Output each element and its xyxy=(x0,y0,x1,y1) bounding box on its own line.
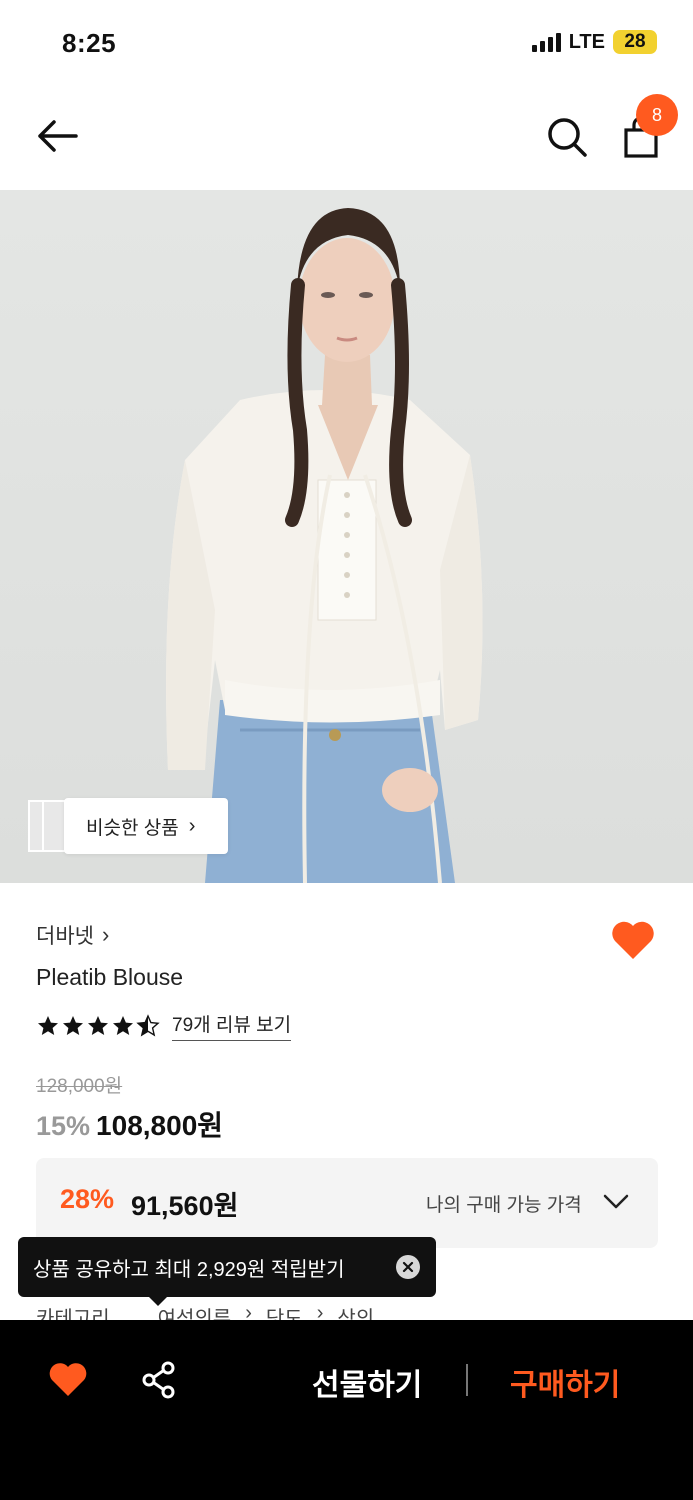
similar-thumbnails xyxy=(28,798,68,854)
original-price: 128,000원 xyxy=(36,1076,123,1097)
sale-price: 108,800원 xyxy=(96,1110,224,1141)
brand-name: 더바넷 xyxy=(36,925,94,948)
star-icon xyxy=(113,1015,133,1035)
buy-button[interactable]: 구매하기 xyxy=(510,1360,620,1404)
sale-price-row: 15% 108,800원 xyxy=(36,1104,223,1144)
discount-percent: 15% xyxy=(36,1111,91,1141)
share-icon[interactable] xyxy=(140,1360,178,1400)
gift-button[interactable]: 선물하기 xyxy=(312,1360,422,1404)
similar-label: 비슷한 상품 xyxy=(86,817,179,839)
tooltip-text: 상품 공유하고 최대 2,929원 적립받기 xyxy=(33,1258,345,1281)
heart-icon[interactable] xyxy=(48,1362,88,1398)
my-discount-percent: 28% xyxy=(60,1184,115,1214)
top-nav: 8 xyxy=(0,88,693,190)
status-bar: 8:25 LTE 28 xyxy=(0,0,693,88)
my-price-box[interactable]: 28% 91,560원 나의 구매 가능 가격 xyxy=(36,1158,658,1248)
share-reward-tooltip: 상품 공유하고 최대 2,929원 적립받기 xyxy=(18,1237,436,1297)
signal-icon xyxy=(531,32,561,52)
star-icon xyxy=(63,1015,83,1035)
product-image[interactable] xyxy=(0,190,693,883)
tooltip-arrow xyxy=(148,1296,168,1306)
cart-count-badge: 8 xyxy=(636,94,678,136)
bottom-action-bar: 선물하기 구매하기 xyxy=(0,1320,693,1500)
rating-stars xyxy=(36,1013,160,1038)
close-icon[interactable] xyxy=(396,1255,420,1279)
chevron-right-icon: › xyxy=(188,814,196,837)
model-illustration xyxy=(166,208,483,883)
network-label: LTE xyxy=(568,30,605,53)
divider xyxy=(466,1364,468,1396)
battery-icon: 28 xyxy=(613,30,657,54)
heart-icon[interactable] xyxy=(610,918,656,962)
product-name: Pleatib Blouse xyxy=(36,964,184,990)
brand-link[interactable]: 더바넷 › xyxy=(36,920,109,950)
star-icon xyxy=(38,1015,58,1035)
my-price-label: 나의 구매 가능 가격 xyxy=(426,1195,582,1216)
arrow-left-icon[interactable] xyxy=(34,116,80,156)
chevron-right-icon: › xyxy=(101,922,110,947)
search-icon[interactable] xyxy=(544,114,590,160)
review-link[interactable]: 79개 리뷰 보기 xyxy=(172,1010,292,1041)
status-time: 8:25 xyxy=(62,28,117,58)
star-icon xyxy=(88,1015,108,1035)
status-indicators: LTE 28 xyxy=(531,30,657,54)
similar-products-chip[interactable]: 비슷한 상품 › xyxy=(28,798,228,854)
rating-row: 79개 리뷰 보기 xyxy=(36,1010,292,1041)
half-star-icon xyxy=(136,1013,160,1036)
chevron-down-icon xyxy=(603,1194,629,1209)
my-price: 91,560원 xyxy=(131,1191,239,1221)
similar-products-button[interactable]: 비슷한 상품 › xyxy=(64,798,228,854)
